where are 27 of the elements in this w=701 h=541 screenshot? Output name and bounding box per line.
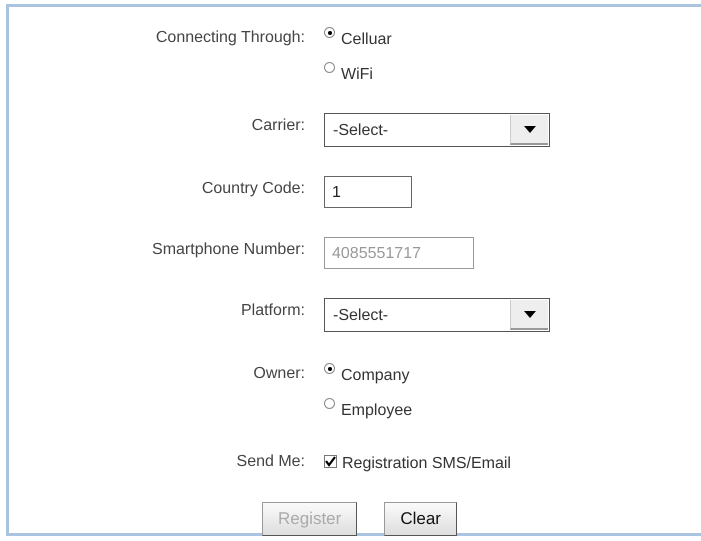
radio-label: Company — [341, 366, 410, 385]
text-field[interactable]: 1 — [324, 176, 412, 208]
field-label: Smartphone Number: — [152, 240, 305, 259]
radio-label: Employee — [341, 401, 412, 420]
caret-icon — [524, 310, 536, 318]
form-button[interactable]: Clear — [384, 502, 457, 536]
field-label: Country Code: — [202, 179, 305, 198]
caret-icon — [524, 126, 536, 132]
checkbox[interactable] — [324, 455, 337, 468]
radio-option[interactable]: Employee — [324, 396, 701, 420]
radio-label: WiFi — [341, 65, 373, 84]
radio-option[interactable]: Company — [324, 361, 701, 385]
checkbox-label: Registration SMS/Email — [342, 454, 511, 473]
field-label: Send Me: — [236, 452, 305, 471]
radio-option[interactable]: Celluar — [324, 25, 701, 49]
field-label: Platform: — [240, 301, 305, 320]
field-label: Connecting Through: — [156, 28, 305, 47]
radio-button[interactable] — [324, 363, 335, 374]
radio-button[interactable] — [324, 398, 335, 409]
radio-button[interactable] — [324, 62, 335, 73]
field-label: Carrier: — [252, 116, 305, 135]
radio-option[interactable]: WiFi — [324, 60, 701, 84]
dropdown[interactable]: -Select- — [324, 298, 550, 332]
field-label: Owner: — [253, 364, 305, 383]
radio-button[interactable] — [324, 27, 335, 38]
radio-label: Celluar — [341, 30, 392, 49]
dropdown[interactable]: -Select- — [324, 113, 550, 147]
